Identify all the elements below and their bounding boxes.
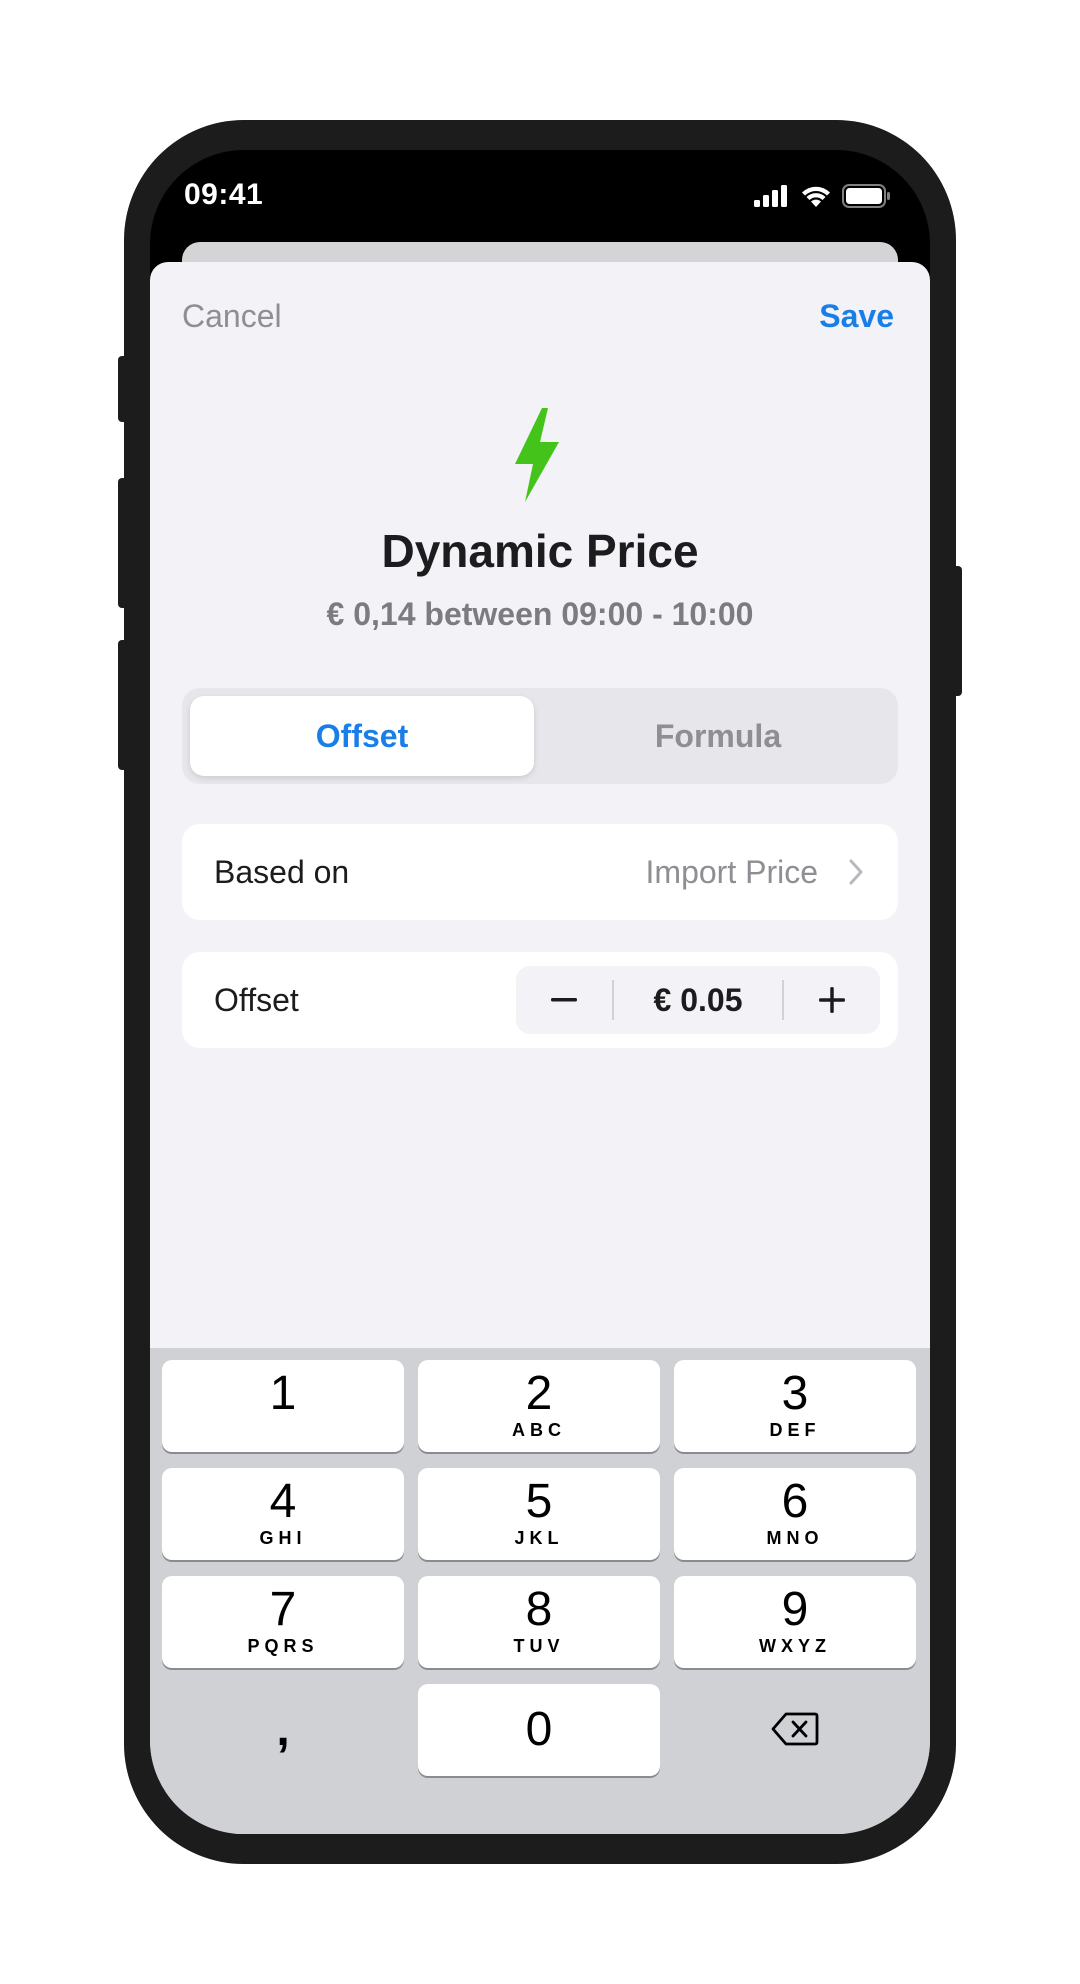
offset-stepper: € 0.05 [516, 966, 880, 1034]
key-number: 7 [269, 1583, 297, 1636]
key-9[interactable]: 9 WXYZ [674, 1576, 916, 1668]
key-letters: TUV [513, 1636, 565, 1656]
offset-value[interactable]: € 0.05 [614, 966, 782, 1034]
volume-up-button [118, 478, 128, 608]
key-number: 4 [269, 1475, 297, 1528]
key-number: 5 [525, 1475, 553, 1528]
key-letters: WXYZ [759, 1636, 831, 1656]
key-number: 8 [525, 1583, 553, 1636]
numeric-keypad: 1 2 ABC 3 DEF 4 GHI 5 JKL 6 MNO 7 PQRS 8… [150, 1348, 930, 1834]
offset-row: Offset € 0.05 [182, 952, 898, 1048]
increment-button[interactable] [784, 966, 880, 1034]
cellular-signal-icon [754, 185, 787, 207]
based-on-row[interactable]: Based on Import Price [182, 824, 898, 920]
edit-sheet: Cancel Save Dynamic Price € 0,14 between… [150, 262, 930, 1834]
key-4[interactable]: 4 GHI [162, 1468, 404, 1560]
status-time: 09:41 [184, 178, 264, 211]
key-number: 6 [781, 1475, 809, 1528]
key-letters: MNO [766, 1528, 824, 1548]
key-5[interactable]: 5 JKL [418, 1468, 660, 1560]
segment-formula[interactable]: Formula [546, 696, 890, 776]
key-7[interactable]: 7 PQRS [162, 1576, 404, 1668]
key-letters: GHI [259, 1528, 307, 1548]
minus-icon [551, 998, 577, 1002]
chevron-right-icon [849, 859, 863, 885]
key-1[interactable]: 1 [162, 1360, 404, 1452]
key-number: 9 [781, 1583, 809, 1636]
key-number: 0 [525, 1703, 553, 1756]
comma-label: , [276, 1703, 290, 1756]
save-button[interactable]: Save [819, 298, 894, 335]
segment-offset[interactable]: Offset [190, 696, 534, 776]
key-number: 1 [269, 1367, 297, 1420]
volume-down-button [118, 640, 128, 770]
key-3[interactable]: 3 DEF [674, 1360, 916, 1452]
cancel-button[interactable]: Cancel [182, 298, 282, 335]
key-number: 2 [525, 1367, 553, 1420]
key-letters: ABC [512, 1420, 566, 1440]
decrement-button[interactable] [516, 966, 612, 1034]
based-on-label: Based on [214, 854, 350, 890]
based-on-value: Import Price [645, 854, 818, 890]
phone-screen: 09:41 Cancel Save Dynamic Price € 0,14 b… [150, 150, 930, 1834]
key-letters: JKL [514, 1528, 564, 1548]
key-number: 3 [781, 1367, 809, 1420]
key-0[interactable]: 0 [418, 1684, 660, 1776]
key-letters: DEF [769, 1420, 821, 1440]
key-6[interactable]: 6 MNO [674, 1468, 916, 1560]
mute-switch [118, 356, 128, 422]
offset-label: Offset [214, 982, 299, 1018]
key-2[interactable]: 2 ABC [418, 1360, 660, 1452]
key-comma[interactable]: , [162, 1684, 404, 1776]
price-subtitle: € 0,14 between 09:00 - 10:00 [326, 596, 754, 632]
wifi-icon [802, 186, 830, 207]
key-8[interactable]: 8 TUV [418, 1576, 660, 1668]
key-delete[interactable] [674, 1684, 916, 1776]
power-button [952, 566, 962, 696]
status-icons [754, 184, 892, 208]
page-title: Dynamic Price [381, 525, 699, 577]
battery-icon [842, 184, 890, 208]
plus-icon [819, 987, 845, 1013]
key-letters: PQRS [247, 1636, 319, 1656]
mode-segmented-control: Offset Formula [182, 688, 898, 784]
backspace-icon [771, 1712, 819, 1746]
lightning-bolt-icon [515, 408, 559, 502]
